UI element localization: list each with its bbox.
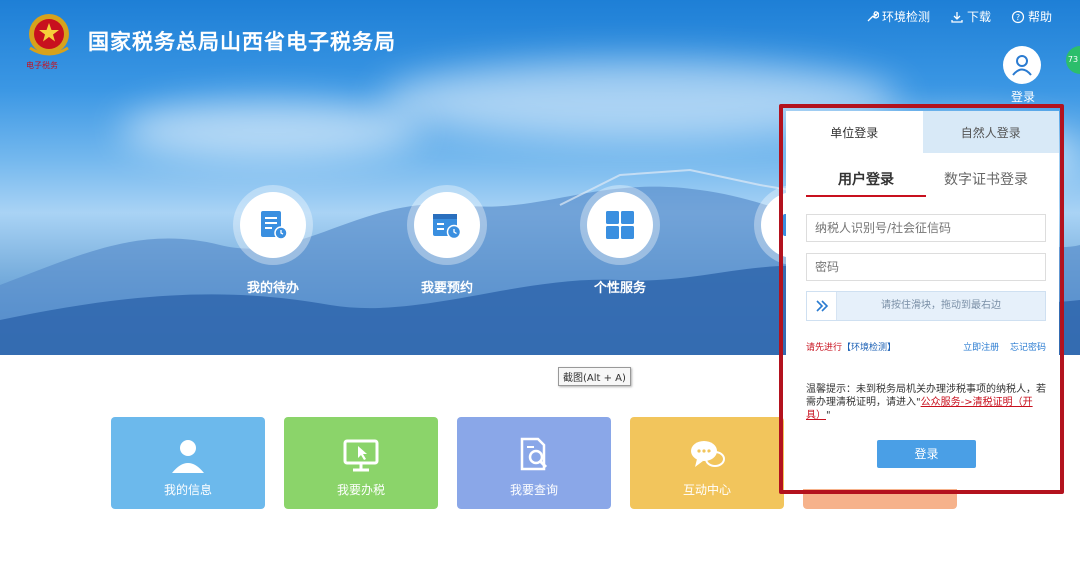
chat-icon (691, 441, 725, 467)
feature-my-todo[interactable]: 我的待办 (233, 185, 313, 296)
tile-label: 我的信息 (163, 483, 212, 497)
download-link[interactable]: 下载 (950, 8, 991, 25)
env-check-label: 环境检测 (881, 10, 930, 24)
tile-interaction[interactable]: 互动中心 (630, 417, 784, 509)
tile-do-tax[interactable]: 我要办税 (284, 417, 438, 509)
password-input[interactable] (806, 253, 1046, 281)
tax-emblem-logo: 电子税务 (24, 10, 74, 72)
download-label: 下载 (966, 10, 991, 24)
login-notice-row: 请先进行【环境检测】 立即注册 忘记密码 (806, 340, 1046, 353)
user-login-entry[interactable]: 登录 (1003, 46, 1043, 105)
download-icon (951, 11, 963, 23)
search-doc-icon (520, 437, 548, 471)
tile-label: 我要办税 (336, 483, 385, 497)
seal-text: 电子税务 (26, 61, 58, 70)
feature-label: 个性服务 (593, 281, 646, 296)
calendar-clock-icon (433, 214, 462, 240)
feature-personal-service[interactable]: 个性服务 (580, 185, 660, 296)
tip-end: " (826, 410, 831, 421)
slider-captcha: 请按住滑块，拖动到最右边 (806, 291, 1046, 321)
env-check-notice: 请先进行【环境检测】 (806, 343, 896, 353)
svg-text:?: ? (1016, 13, 1020, 22)
tab-user-login[interactable]: 用户登录 (806, 169, 926, 197)
tile-my-info[interactable]: 我的信息 (111, 417, 265, 509)
tile-label: 我要查询 (509, 483, 558, 497)
forgot-password-link[interactable]: 忘记密码 (1010, 343, 1046, 353)
tab-person-login[interactable]: 自然人登录 (922, 111, 1059, 153)
feature-appointment[interactable]: 我要预约 (407, 185, 487, 296)
feature-label: 我的待办 (246, 281, 299, 296)
tile-query[interactable]: 我要查询 (457, 417, 611, 509)
login-method-tabs: 用户登录 数字证书登录 (806, 169, 1046, 197)
taxpayer-id-input[interactable] (806, 214, 1046, 242)
double-chevron-right-icon (815, 300, 828, 312)
tile-label: 互动中心 (682, 483, 731, 497)
monitor-icon (343, 439, 379, 472)
screenshot-tooltip: 截图(Alt + A) (558, 367, 631, 386)
wrench-icon (867, 10, 879, 21)
user-login-label: 登录 (1010, 90, 1035, 104)
register-link[interactable]: 立即注册 (963, 343, 999, 353)
help-link[interactable]: ? 帮助 (1011, 8, 1052, 25)
tab-unit-login[interactable]: 单位登录 (786, 111, 923, 153)
todo-list-icon (261, 211, 288, 240)
login-type-tabs: 单位登录 自然人登录 (786, 111, 1059, 153)
user-avatar-icon (1003, 46, 1041, 84)
env-prefix: 请先进行 (806, 343, 843, 353)
side-badge[interactable]: 73 (1066, 46, 1080, 74)
person-icon (172, 440, 204, 473)
login-panel: 单位登录 自然人登录 用户登录 数字证书登录 请按住滑块，拖动到最右边 请先进行… (786, 111, 1059, 489)
site-title: 国家税务总局山西省电子税务局 (88, 30, 396, 54)
top-links: 环境检测 下载 ? 帮助 (865, 8, 1052, 25)
feature-label: 我要预约 (420, 281, 473, 296)
env-check-link[interactable]: 环境检测 (865, 8, 930, 25)
account-links: 立即注册 忘记密码 (955, 340, 1046, 353)
env-check-notice-link[interactable]: 【环境检测】 (842, 343, 896, 353)
help-label: 帮助 (1027, 10, 1052, 24)
help-icon: ? (1011, 10, 1025, 23)
login-submit-button[interactable]: 登录 (877, 440, 976, 468)
warm-tip: 温馨提示：未到税务局机关办理涉税事项的纳税人，若需办理清税证明，请进入"公众服务… (806, 383, 1046, 422)
slider-hint: 请按住滑块，拖动到最右边 (881, 300, 1001, 311)
grid-icon (606, 211, 634, 239)
slider-handle[interactable] (807, 292, 837, 320)
tab-cert-login[interactable]: 数字证书登录 (926, 169, 1046, 197)
